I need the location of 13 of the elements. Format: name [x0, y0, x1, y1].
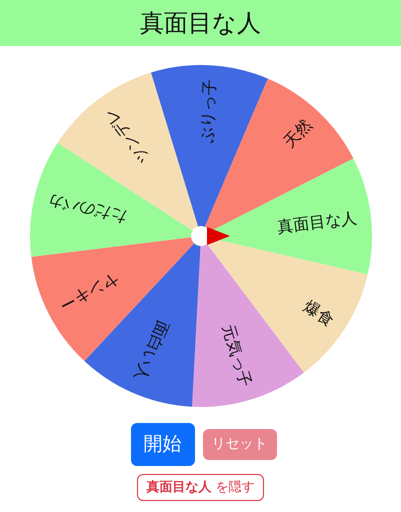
- segment-label: 元気っ子: [218, 322, 255, 390]
- segment-label: ただのバカ: [46, 190, 128, 228]
- segment-label: 天然: [279, 115, 315, 152]
- hide-button[interactable]: 真面目な人 を隠す: [137, 474, 264, 501]
- segment-label: 面白い人: [130, 318, 172, 384]
- start-button[interactable]: 開始: [130, 423, 194, 466]
- pointer-icon: [206, 227, 230, 245]
- segment-label: ぶりっ子: [196, 78, 219, 144]
- segment-label: ヤンキー: [56, 269, 122, 316]
- segment-label: 爆食: [300, 296, 338, 330]
- segment-label: ツンデレ: [98, 104, 153, 168]
- page-title: 真面目な人: [0, 0, 401, 46]
- segment-label: 真面目な人: [276, 208, 358, 237]
